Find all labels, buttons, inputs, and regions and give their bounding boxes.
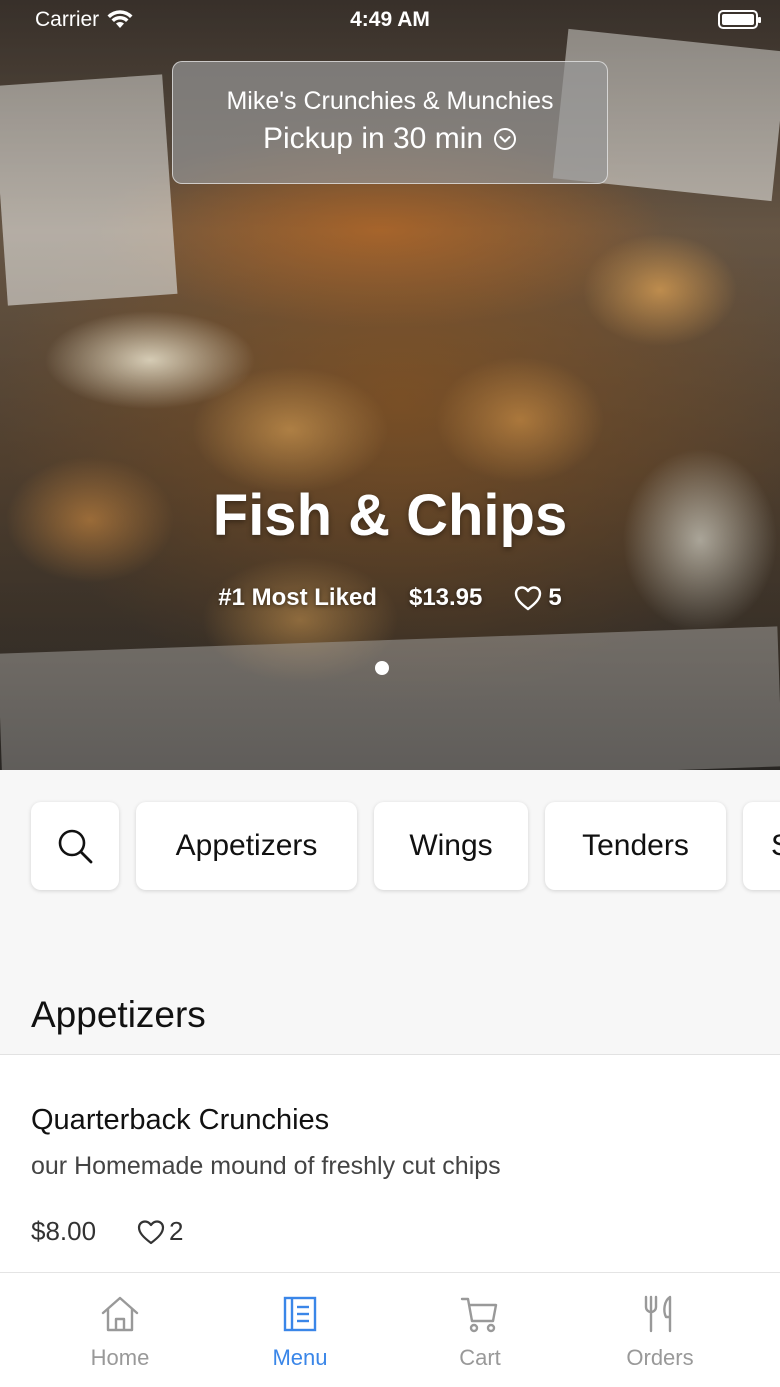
tab-home[interactable]: Home — [30, 1273, 210, 1387]
section-title: Appetizers — [31, 994, 206, 1035]
chevron-down-circle-icon — [494, 128, 517, 150]
menu-icon — [283, 1296, 317, 1332]
tab-label: Cart — [459, 1345, 501, 1370]
featured-item-title: Fish & Chips — [212, 483, 568, 548]
tab-bar: Home Menu Cart Orders — [0, 1272, 780, 1387]
carousel-page-indicator[interactable] — [375, 661, 389, 675]
pickup-time-row[interactable]: Pickup in 30 min — [173, 122, 607, 156]
featured-likes: 5 — [514, 584, 562, 612]
menu-item[interactable]: Quarterback Crunchies our Homemade mound… — [0, 1055, 780, 1272]
featured-hero[interactable]: Carrier 4:49 AM Mike's Crunchies & Munch… — [0, 0, 780, 770]
battery-icon — [718, 10, 761, 29]
tab-cart[interactable]: Cart — [390, 1273, 570, 1387]
menu-item-name: Quarterback Crunchies — [31, 1104, 330, 1136]
menu-item-price: $8.00 — [31, 1216, 97, 1246]
tab-orders[interactable]: Orders — [570, 1273, 750, 1387]
menu-item-likes-count: 2 — [169, 1216, 184, 1246]
heart-icon — [515, 586, 542, 611]
featured-likes-count: 5 — [548, 584, 562, 611]
category-chip-appetizers[interactable]: Appetizers — [136, 802, 357, 890]
featured-rank: #1 Most Liked — [218, 584, 377, 611]
tab-label: Menu — [272, 1345, 328, 1370]
category-chip-label: S — [771, 829, 780, 863]
clock: 4:49 AM — [350, 8, 430, 31]
search-icon — [58, 829, 93, 864]
utensils-icon — [644, 1295, 672, 1333]
menu-item-description: our Homemade mound of freshly cut chips — [31, 1152, 501, 1180]
category-chip-wings[interactable]: Wings — [374, 802, 528, 890]
pickup-time-label: Pickup in 30 min — [262, 122, 484, 155]
search-button[interactable] — [31, 802, 119, 890]
category-chips: Appetizers Wings Tenders S — [31, 802, 780, 890]
featured-item-meta: #1 Most Liked $13.95 5 — [0, 584, 780, 612]
cart-icon — [460, 1297, 498, 1333]
featured-price: $13.95 — [408, 584, 483, 611]
restaurant-name: Mike's Crunchies & Munchies — [226, 87, 554, 115]
heart-icon — [137, 1219, 165, 1244]
category-chip-partial[interactable]: S — [743, 802, 780, 890]
app-screen: Carrier 4:49 AM Mike's Crunchies & Munch… — [0, 0, 780, 1387]
home-icon — [101, 1296, 139, 1332]
status-bar: Carrier 4:49 AM — [0, 0, 780, 40]
tab-menu[interactable]: Menu — [210, 1273, 390, 1387]
menu-item-likes: 2 — [137, 1216, 183, 1247]
location-selector[interactable]: Mike's Crunchies & Munchies Pickup in 30… — [172, 61, 608, 184]
tab-label: Home — [90, 1345, 150, 1370]
tab-label: Orders — [626, 1345, 694, 1370]
category-chip-tenders[interactable]: Tenders — [545, 802, 726, 890]
